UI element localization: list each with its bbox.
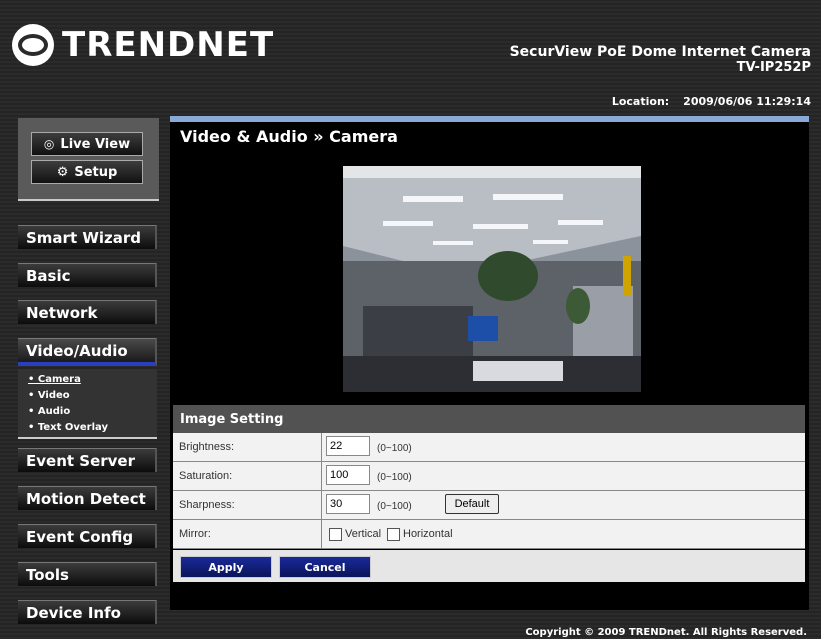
saturation-row: Saturation: (0~100) (173, 462, 805, 491)
trendnet-logo: TRENDNET (12, 20, 274, 70)
menu-device-info[interactable]: Device Info (18, 600, 157, 624)
brightness-row: Brightness: (0~100) (173, 433, 805, 462)
menu-motion-detect[interactable]: Motion Detect (18, 486, 157, 510)
image-setting-header: Image Setting (173, 405, 805, 433)
menu-smart-wizard[interactable]: Smart Wizard (18, 225, 157, 249)
mirror-label: Mirror: (179, 528, 211, 540)
cancel-button[interactable]: Cancel (279, 556, 371, 578)
submenu-video[interactable]: • Video (28, 390, 70, 401)
location-datetime: 2009/06/06 11:29:14 (683, 95, 811, 108)
eye-icon: ◎ (43, 137, 55, 151)
brightness-label: Brightness: (179, 441, 235, 453)
submenu-audio[interactable]: • Audio (28, 406, 70, 417)
gear-icon: ⚙ (56, 164, 69, 180)
video-audio-submenu: • Camera • Video • Audio • Text Overlay (18, 369, 157, 439)
menu-video-audio[interactable]: Video/Audio (18, 338, 157, 366)
quick-panel: ◎ Live View ⚙ Setup (18, 118, 159, 201)
vertical-label: Vertical (345, 528, 382, 540)
apply-button[interactable]: Apply (180, 556, 272, 578)
menu-basic[interactable]: Basic (18, 263, 157, 287)
location-label: Location: (611, 95, 670, 108)
saturation-label: Saturation: (179, 470, 233, 482)
location-bar: Location: 2009/06/06 11:29:14 (612, 95, 811, 108)
camera-preview-image (343, 166, 641, 392)
menu-network[interactable]: Network (18, 300, 157, 324)
sharpness-input[interactable] (326, 494, 370, 514)
camera-preview (343, 166, 641, 392)
sharpness-range: (0~100) (377, 501, 412, 512)
copyright: Copyright © 2009 TRENDnet. All Rights Re… (525, 627, 807, 638)
product-model: TV-IP252P (736, 60, 811, 75)
horizontal-label: Horizontal (403, 528, 453, 540)
menu-tools[interactable]: Tools (18, 562, 157, 586)
product-name: SecurView PoE Dome Internet Camera (509, 44, 811, 60)
globe-icon (12, 24, 54, 66)
menu-event-config[interactable]: Event Config (18, 524, 157, 548)
horizontal-checkbox[interactable] (387, 528, 400, 541)
setup-label: Setup (74, 164, 118, 180)
saturation-input[interactable] (326, 465, 370, 485)
sharpness-label: Sharpness: (179, 499, 235, 511)
brand-text: TRENDNET (62, 25, 275, 65)
setup-button[interactable]: ⚙ Setup (31, 160, 143, 184)
product-title: SecurView PoE Dome Internet Camera TV-IP… (510, 44, 811, 76)
default-button[interactable]: Default (445, 494, 499, 514)
submenu-camera[interactable]: • Camera (28, 374, 81, 385)
live-view-label: Live View (60, 136, 131, 152)
page-title: Video & Audio » Camera (180, 127, 398, 146)
mirror-row: Mirror: Vertical Horizontal (173, 520, 805, 549)
saturation-range: (0~100) (377, 472, 412, 483)
live-view-button[interactable]: ◎ Live View (31, 132, 143, 156)
brightness-input[interactable] (326, 436, 370, 456)
vertical-checkbox[interactable] (329, 528, 342, 541)
brightness-range: (0~100) (377, 443, 412, 454)
submenu-text-overlay[interactable]: • Text Overlay (28, 422, 108, 433)
menu-event-server[interactable]: Event Server (18, 448, 157, 472)
